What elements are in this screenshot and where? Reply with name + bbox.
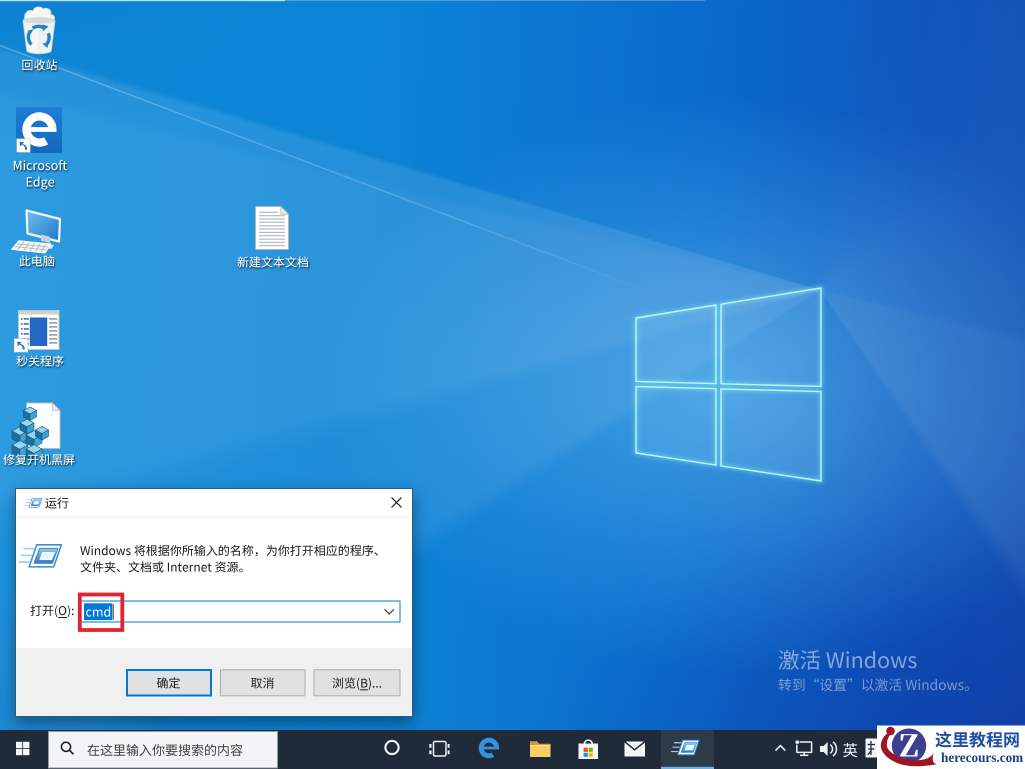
svg-text:herecours.com: herecours.com (941, 750, 1023, 765)
